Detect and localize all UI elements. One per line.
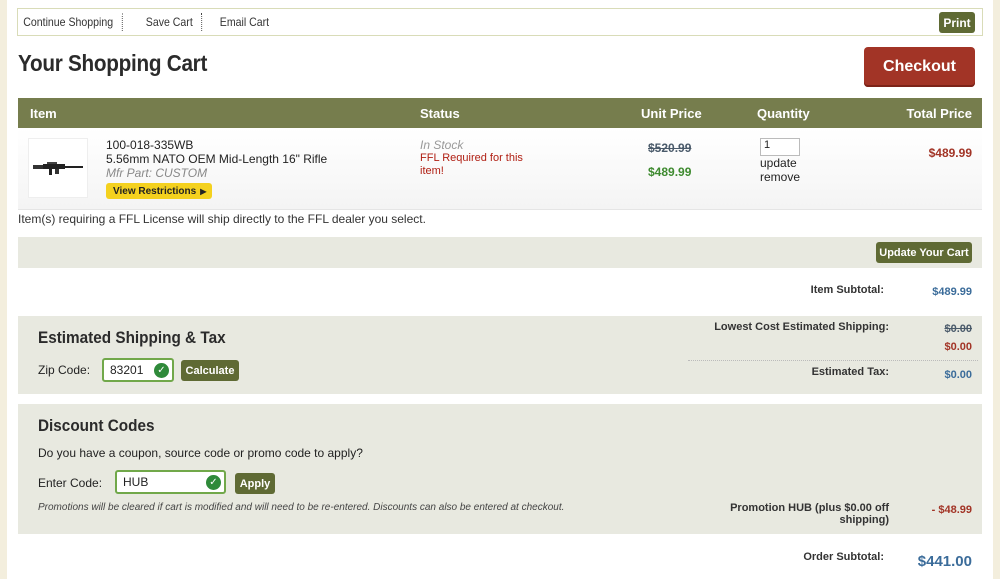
email-cart-link[interactable]: Email Cart bbox=[211, 13, 278, 31]
view-restrictions-label: View Restrictions bbox=[113, 185, 197, 197]
quantity-input[interactable]: 1 bbox=[760, 138, 800, 156]
promotion-label: Promotion HUB (plus $0.00 off shipping) bbox=[730, 502, 889, 526]
apply-button[interactable]: Apply bbox=[235, 473, 275, 494]
shipping-panel: Estimated Shipping & Tax Zip Code: 83201… bbox=[18, 316, 982, 394]
calculate-button[interactable]: Calculate bbox=[181, 360, 239, 381]
promo-code-value: HUB bbox=[123, 475, 149, 489]
original-price: $520.99 bbox=[648, 141, 692, 155]
item-subtotal-label: Item Subtotal: bbox=[810, 284, 884, 296]
lowest-shipping-value: $0.00 bbox=[944, 341, 972, 353]
stock-status: In Stock bbox=[420, 138, 464, 152]
zip-value: 83201 bbox=[110, 363, 144, 377]
row-total-price: $489.99 bbox=[928, 146, 972, 160]
shipping-title: Estimated Shipping & Tax bbox=[38, 328, 226, 347]
discount-panel: Discount Codes Do you have a coupon, sou… bbox=[18, 404, 982, 534]
sale-price: $489.99 bbox=[648, 165, 692, 179]
cart-table-header: Item Status Unit Price Quantity Total Pr… bbox=[18, 98, 982, 128]
update-quantity-link[interactable]: update bbox=[760, 156, 797, 170]
product-thumbnail[interactable] bbox=[28, 138, 88, 198]
estimated-tax-label: Estimated Tax: bbox=[811, 366, 889, 378]
ffl-required-notice: FFL Required for this item! bbox=[420, 152, 523, 177]
estimated-tax-value: $0.00 bbox=[944, 369, 972, 381]
discount-note: Promotions will be cleared if cart is mo… bbox=[38, 502, 565, 513]
header-item: Item bbox=[30, 106, 57, 121]
header-status: Status bbox=[420, 106, 460, 121]
save-cart-link[interactable]: Save Cart bbox=[137, 13, 203, 31]
header-total-price: Total Price bbox=[906, 106, 972, 121]
cart-toolbar: Continue Shopping Save Cart Email Cart P… bbox=[17, 8, 983, 36]
remove-item-link[interactable]: remove bbox=[760, 170, 800, 184]
print-button[interactable]: Print bbox=[939, 12, 975, 33]
cart-item-row: 100-018-335WB 5.56mm NATO OEM Mid-Length… bbox=[18, 128, 982, 210]
lowest-shipping-old-value: $0.00 bbox=[944, 323, 972, 335]
checkout-button[interactable]: Checkout bbox=[864, 47, 975, 87]
promotion-value: - $48.99 bbox=[931, 504, 972, 516]
page-title: Your Shopping Cart bbox=[18, 50, 208, 76]
discount-title: Discount Codes bbox=[38, 416, 155, 435]
header-quantity: Quantity bbox=[757, 106, 810, 121]
header-unit-price: Unit Price bbox=[641, 106, 702, 121]
item-subtotal-value: $489.99 bbox=[932, 286, 972, 298]
divider bbox=[688, 360, 978, 361]
continue-shopping-link[interactable]: Continue Shopping bbox=[18, 13, 123, 31]
order-subtotal-value: $441.00 bbox=[917, 553, 972, 570]
caret-right-icon: ▶ bbox=[200, 186, 207, 196]
valid-check-icon: ✓ bbox=[206, 475, 221, 490]
lowest-shipping-label: Lowest Cost Estimated Shipping: bbox=[714, 321, 889, 333]
cart-page: Continue Shopping Save Cart Email Cart P… bbox=[7, 0, 993, 579]
discount-question: Do you have a coupon, source code or pro… bbox=[38, 446, 363, 460]
valid-check-icon: ✓ bbox=[154, 363, 169, 378]
product-mfr-part: Mfr Part: CUSTOM bbox=[106, 166, 208, 180]
view-restrictions-button[interactable]: View Restrictions ▶ bbox=[106, 183, 212, 199]
rifle-image bbox=[33, 162, 83, 175]
update-cart-bar: Update Your Cart bbox=[18, 237, 982, 268]
enter-code-label: Enter Code: bbox=[38, 476, 103, 490]
product-sku[interactable]: 100-018-335WB bbox=[106, 138, 193, 152]
zip-label: Zip Code: bbox=[38, 363, 91, 377]
ffl-shipping-note: Item(s) requiring a FFL License will shi… bbox=[18, 212, 426, 226]
order-subtotal-label: Order Subtotal: bbox=[803, 551, 884, 563]
update-cart-button[interactable]: Update Your Cart bbox=[876, 242, 972, 263]
product-name[interactable]: 5.56mm NATO OEM Mid-Length 16" Rifle bbox=[106, 152, 327, 166]
